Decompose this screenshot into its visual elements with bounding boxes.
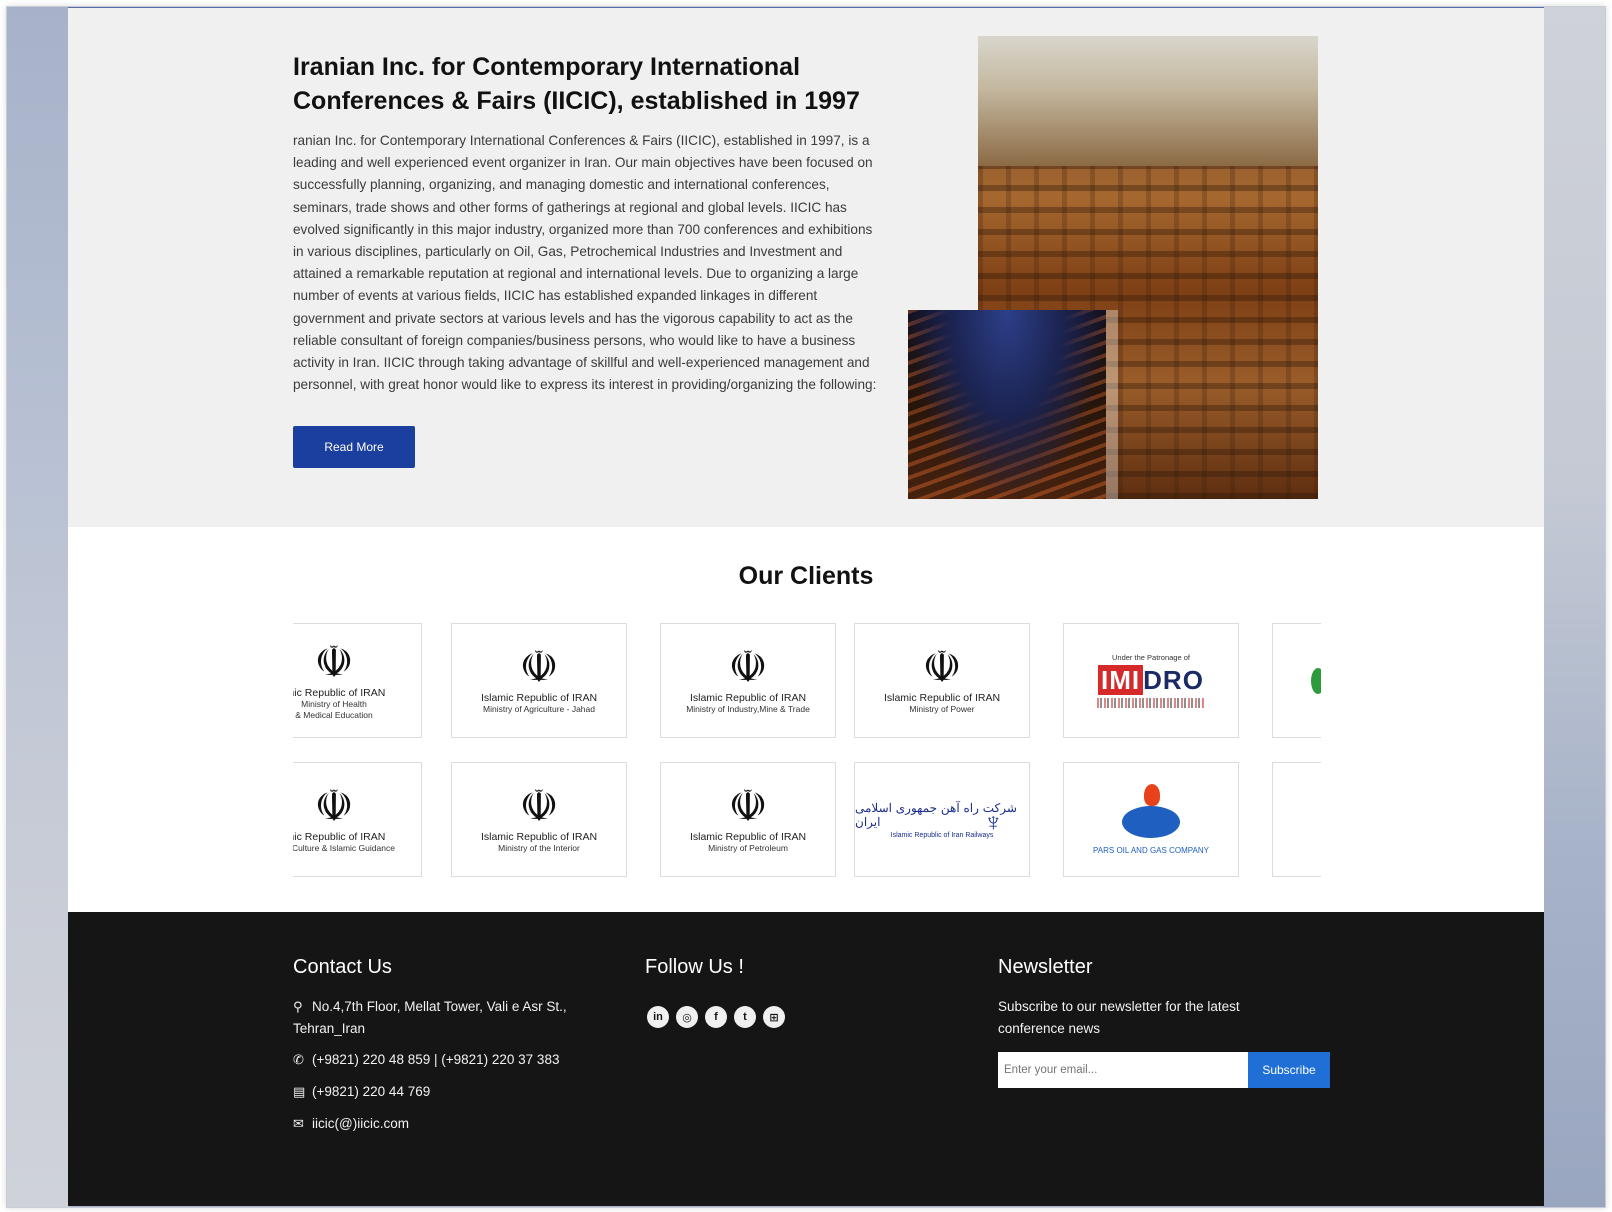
phone-numbers[interactable]: (+9821) 220 48 859 | (+9821) 220 37 383 xyxy=(312,1049,559,1071)
client-logo-ministry-petroleum[interactable]: ☫ Islamic Republic of IRAN Ministry of P… xyxy=(660,762,836,877)
about-title: Iranian Inc. for Contemporary Internatio… xyxy=(293,53,860,115)
frame-left-gutter xyxy=(7,7,69,1207)
instagram-icon[interactable]: ◎ xyxy=(676,1006,698,1028)
contact-email: ✉ iicic(@)iicic.com xyxy=(293,1113,409,1135)
client-ministry: Ministry of Petroleum xyxy=(708,843,788,853)
photo-divider xyxy=(1106,310,1118,499)
pars-flame-shape xyxy=(1144,784,1160,806)
pars-body-shape xyxy=(1122,806,1180,838)
address-line-1: No.4,7th Floor, Mellat Tower, Vali e Asr… xyxy=(312,999,567,1014)
conference-stage-image xyxy=(978,36,1318,166)
contact-phone: ✆ (+9821) 220 48 859 | (+9821) 220 37 38… xyxy=(293,1049,559,1071)
follow-heading: Follow Us ! xyxy=(645,956,744,978)
client-name: ımic Republic of IRAN xyxy=(293,686,386,699)
client-logo-partial-2[interactable] xyxy=(1272,762,1321,877)
client-ministry: Ministry of Health xyxy=(301,698,367,709)
client-ministry: Ministry of Agriculture - Jahad xyxy=(483,704,595,714)
client-ministry: Ministry of the Interior xyxy=(498,843,580,853)
read-more-button[interactable]: Read More xyxy=(293,426,415,468)
facebook-icon[interactable]: f xyxy=(705,1006,727,1028)
client-logo-imidro[interactable]: Under the Patronage of IMI DRO xyxy=(1063,623,1239,738)
email-address[interactable]: iicic(@)iicic.com xyxy=(312,1113,409,1135)
client-logo-ministry-industry[interactable]: ☫ Islamic Republic of IRAN Ministry of I… xyxy=(660,623,836,738)
web-icon[interactable]: ⊞ xyxy=(763,1006,785,1028)
imidro-subtitle xyxy=(1097,698,1205,708)
newsletter-email-input[interactable] xyxy=(998,1052,1248,1088)
client-logo-pars-oil-gas[interactable]: PARS OIL AND GAS COMPANY xyxy=(1063,762,1239,877)
clients-title: Our Clients xyxy=(738,562,874,590)
client-name: Islamic Republic of IRAN xyxy=(480,692,598,704)
twitter-icon[interactable]: t xyxy=(734,1006,756,1028)
iran-emblem-icon: ☫ xyxy=(728,642,768,693)
railways-wing-icon: ♆ xyxy=(983,807,1004,837)
fax-number: (+9821) 220 44 769 xyxy=(312,1084,431,1099)
email-icon: ✉ xyxy=(293,1116,304,1131)
client-logo-partial[interactable] xyxy=(1272,623,1321,738)
web-page: Iranian Inc. for Contemporary Internatio… xyxy=(68,7,1544,1206)
iran-emblem-icon: ☫ xyxy=(519,781,559,832)
about-section: Iranian Inc. for Contemporary Internatio… xyxy=(68,8,1544,527)
iran-emblem-icon: ☫ xyxy=(519,642,559,693)
phone-icon: ✆ xyxy=(293,1052,304,1067)
client-ministry: Ministry of Industry,Mine & Trade xyxy=(686,704,810,714)
pars-flame-icon xyxy=(1116,784,1186,840)
about-description: ranian Inc. for Contemporary Internation… xyxy=(293,133,877,393)
railways-english-name: Islamic Republic of Iran Railways xyxy=(890,831,994,839)
client-ministry: Ministry of Power xyxy=(909,704,975,714)
iran-emblem-icon: ☫ xyxy=(922,642,962,693)
client-ministry-2: & Medical Education xyxy=(295,709,373,720)
client-logo-ministry-culture[interactable]: ☫ ımic Republic of IRAN ry of Culture & … xyxy=(293,762,422,877)
imidro-logo-imi: IMI xyxy=(1098,665,1144,695)
imidro-logo: IMI DRO xyxy=(1098,665,1204,695)
client-logo-ministry-interior[interactable]: ☫ Islamic Republic of IRAN Ministry of t… xyxy=(451,762,627,877)
client-logo-ministry-power[interactable]: ☫ Islamic Republic of IRAN Ministry of P… xyxy=(854,623,1030,738)
contact-address: ⚲ No.4,7th Floor, Mellat Tower, Vali e A… xyxy=(293,996,567,1018)
frame-right-gutter xyxy=(1543,7,1605,1207)
contact-address-2: Tehran_Iran xyxy=(293,1018,365,1040)
imidro-logo-dro: DRO xyxy=(1143,665,1204,695)
contact-heading: Contact Us xyxy=(293,956,392,978)
contact-fax: ▤ (+9821) 220 44 769 xyxy=(293,1081,430,1103)
site-footer: Contact Us ⚲ No.4,7th Floor, Mellat Towe… xyxy=(68,912,1544,1206)
subscribe-button[interactable]: Subscribe xyxy=(1248,1052,1330,1088)
client-name: Islamic Republic of IRAN xyxy=(480,831,598,843)
client-logo-iran-railways[interactable]: شرکت راه آهن جمهوری اسلامی ایران Islamic… xyxy=(854,762,1030,877)
auditorium-photo xyxy=(908,310,1106,499)
pars-company-name: PARS OIL AND GAS COMPANY xyxy=(1093,846,1209,855)
location-pin-icon: ⚲ xyxy=(293,999,303,1014)
iran-emblem-icon: ☫ xyxy=(314,636,354,688)
newsletter-heading: Newsletter xyxy=(998,956,1093,978)
address-line-2: Tehran_Iran xyxy=(293,1021,366,1036)
client-logo-ministry-agriculture[interactable]: ☫ Islamic Republic of IRAN Ministry of A… xyxy=(451,623,627,738)
client-name: Islamic Republic of IRAN xyxy=(689,831,807,843)
social-links: in ◎ f t ⊞ xyxy=(647,1006,785,1028)
iran-emblem-icon: ☫ xyxy=(728,781,768,832)
client-name: Islamic Republic of IRAN xyxy=(883,692,1001,704)
iran-emblem-icon: ☫ xyxy=(314,781,354,832)
clients-carousel[interactable]: ☫ ımic Republic of IRAN Ministry of Heal… xyxy=(293,623,1321,893)
client-name: ımic Republic of IRAN xyxy=(293,831,386,843)
fax-icon: ▤ xyxy=(293,1084,306,1099)
imidro-patronage-text: Under the Patronage of xyxy=(1112,653,1190,662)
client-ministry: ry of Culture & Islamic Guidance xyxy=(293,843,395,853)
linkedin-icon[interactable]: in xyxy=(647,1006,669,1028)
newsletter-description: Subscribe to our newsletter for the late… xyxy=(998,999,1240,1036)
green-logo-icon xyxy=(1311,668,1321,694)
client-name: Islamic Republic of IRAN xyxy=(689,692,807,704)
client-logo-ministry-health[interactable]: ☫ ımic Republic of IRAN Ministry of Heal… xyxy=(293,623,422,738)
